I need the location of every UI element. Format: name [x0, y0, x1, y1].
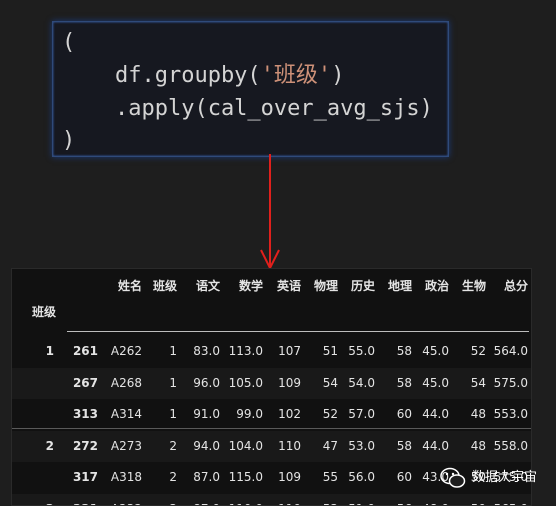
group-index [22, 399, 54, 430]
table-cell: A268 [102, 368, 142, 399]
table-cell: 96.0 [180, 368, 220, 399]
table-cell: 2 [137, 462, 177, 493]
table-row: 1261A262183.0113.01075155.05845.052564.0 [12, 336, 531, 367]
table-cell: 58 [372, 431, 412, 462]
table-cell: 48 [446, 399, 486, 430]
code-line-2: df.groupby('班级') [62, 61, 344, 91]
table-cell: 1 [137, 368, 177, 399]
index-name: 班级 [32, 297, 72, 328]
watermark: 数据大宇宙 [440, 466, 537, 490]
code-string-class: '班级' [261, 63, 332, 88]
table-cell: 45.0 [409, 336, 449, 367]
table-cell: 1 [137, 399, 177, 430]
table-cell: 109 [261, 368, 301, 399]
header-rule [67, 331, 529, 332]
table-cell: A262 [102, 336, 142, 367]
table-cell: 56.0 [335, 462, 375, 493]
table-cell: 56 [372, 494, 412, 506]
watermark-text: 数据大宇宙 [472, 466, 537, 490]
table-cell: 104.0 [223, 431, 263, 462]
table-cell: 565.0 [488, 494, 528, 506]
code-groupby: df.groupby( [62, 63, 261, 88]
row-index: 313 [62, 399, 98, 430]
table-cell: 45.0 [409, 368, 449, 399]
table-cell: 2 [137, 431, 177, 462]
table-cell: 575.0 [488, 368, 528, 399]
table-row: 267A268196.0105.01095454.05845.054575.0 [12, 368, 531, 399]
group-index: 3 [22, 494, 54, 506]
code-line-4: ) [62, 126, 75, 156]
wechat-icon [440, 467, 466, 489]
table-cell: 58 [372, 336, 412, 367]
table-cell: 44.0 [409, 431, 449, 462]
table-cell: 564.0 [488, 336, 528, 367]
table-cell: 107 [261, 336, 301, 367]
group-index: 1 [22, 336, 54, 367]
row-index: 261 [62, 336, 98, 367]
row-index: 231 [62, 494, 98, 506]
table-cell: 47 [298, 431, 338, 462]
table-cell: 58 [372, 368, 412, 399]
table-cell: 87.0 [180, 494, 220, 506]
table-cell: 110 [261, 494, 301, 506]
table-cell: 558.0 [488, 431, 528, 462]
table-cell: 60 [372, 399, 412, 430]
table-cell: A318 [102, 462, 142, 493]
table-cell: 60 [372, 462, 412, 493]
table-cell: 53 [298, 494, 338, 506]
row-index: 317 [62, 462, 98, 493]
table-cell: A314 [102, 399, 142, 430]
table-row: 3231A232387.0110.01105351.05648.050565.0 [12, 494, 531, 506]
table-cell: 102 [261, 399, 301, 430]
table-cell: 99.0 [223, 399, 263, 430]
table-cell: 44.0 [409, 399, 449, 430]
table-cell: 54.0 [335, 368, 375, 399]
group-index: 2 [22, 431, 54, 462]
table-cell: 94.0 [180, 431, 220, 462]
code-panel: ( df.groupby('班级') .apply(cal_over_avg_s… [52, 21, 449, 157]
table-cell: A232 [102, 494, 142, 506]
table-cell: A273 [102, 431, 142, 462]
table-cell: 48.0 [409, 494, 449, 506]
index-name-row: 班级 [12, 297, 531, 328]
table-cell: 553.0 [488, 399, 528, 430]
table-row: 313A314191.099.01025257.06044.048553.0 [12, 399, 531, 430]
table-cell: 3 [137, 494, 177, 506]
table-cell: 110 [261, 431, 301, 462]
table-cell: 51.0 [335, 494, 375, 506]
table-cell: 55 [298, 462, 338, 493]
table-cell: 109 [261, 462, 301, 493]
table-cell: 51 [298, 336, 338, 367]
table-cell: 48 [446, 431, 486, 462]
table-cell: 54 [446, 368, 486, 399]
table-cell: 83.0 [180, 336, 220, 367]
code-line-1: ( [62, 28, 75, 58]
table-cell: 110.0 [223, 494, 263, 506]
code-line-3: .apply(cal_over_avg_sjs) [62, 94, 433, 124]
table-cell: 54 [298, 368, 338, 399]
group-index [22, 368, 54, 399]
table-cell: 52 [446, 336, 486, 367]
table-cell: 105.0 [223, 368, 263, 399]
table-cell: 53.0 [335, 431, 375, 462]
table-cell: 50 [446, 494, 486, 506]
row-index: 272 [62, 431, 98, 462]
table-cell: 87.0 [180, 462, 220, 493]
table-cell: 55.0 [335, 336, 375, 367]
group-divider [12, 428, 531, 429]
table-cell: 91.0 [180, 399, 220, 430]
table-cell: 1 [137, 336, 177, 367]
table-cell: 52 [298, 399, 338, 430]
row-index: 267 [62, 368, 98, 399]
group-index [22, 462, 54, 493]
code-close-paren: ) [331, 63, 344, 88]
table-cell: 115.0 [223, 462, 263, 493]
down-arrow-icon [258, 154, 282, 272]
table-cell: 57.0 [335, 399, 375, 430]
table-row: 2272A273294.0104.01104753.05844.048558.0 [12, 431, 531, 462]
table-cell: 113.0 [223, 336, 263, 367]
